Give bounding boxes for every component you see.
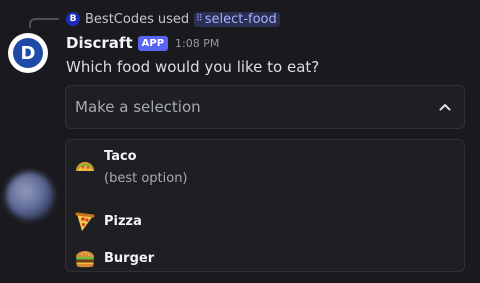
message-text: Which food would you like to eat? [66, 58, 320, 76]
option-description: (best option) [104, 171, 188, 186]
burger-icon [74, 248, 96, 270]
reply-username[interactable]: BestCodes [85, 12, 154, 27]
message-header: Discraft APP 1:08 PM [66, 33, 219, 53]
chevron-up-icon[interactable] [438, 100, 452, 114]
taco-icon [74, 155, 96, 177]
option-burger[interactable]: Burger [66, 247, 464, 271]
command-name: select-food [204, 11, 277, 27]
option-label: Taco [104, 149, 137, 164]
option-taco[interactable]: Taco (best option) [66, 148, 464, 196]
option-pizza[interactable]: Pizza [66, 210, 464, 234]
bot-avatar[interactable]: D [8, 33, 48, 73]
select-placeholder: Make a selection [75, 98, 201, 116]
food-select-menu[interactable]: Make a selection [65, 85, 465, 129]
select-dropdown: Taco (best option) Pizza Burger [65, 139, 465, 272]
app-badge: APP [137, 35, 169, 51]
reply-avatar[interactable]: B [66, 12, 80, 26]
command-mention[interactable]: ⠿ select-food [194, 11, 280, 27]
bot-avatar-logo: D [13, 38, 43, 68]
pizza-icon [74, 211, 96, 233]
reply-verb: used [157, 11, 190, 27]
reply-context[interactable]: B BestCodes used ⠿ select-food [66, 10, 280, 28]
bot-name[interactable]: Discraft [66, 34, 133, 52]
option-label: Pizza [104, 214, 142, 229]
timestamp[interactable]: 1:08 PM [175, 37, 219, 50]
reply-spine [29, 18, 59, 28]
slash-command-icon: ⠿ [196, 14, 203, 24]
option-label: Burger [104, 251, 155, 266]
blurred-avatar [6, 172, 54, 220]
